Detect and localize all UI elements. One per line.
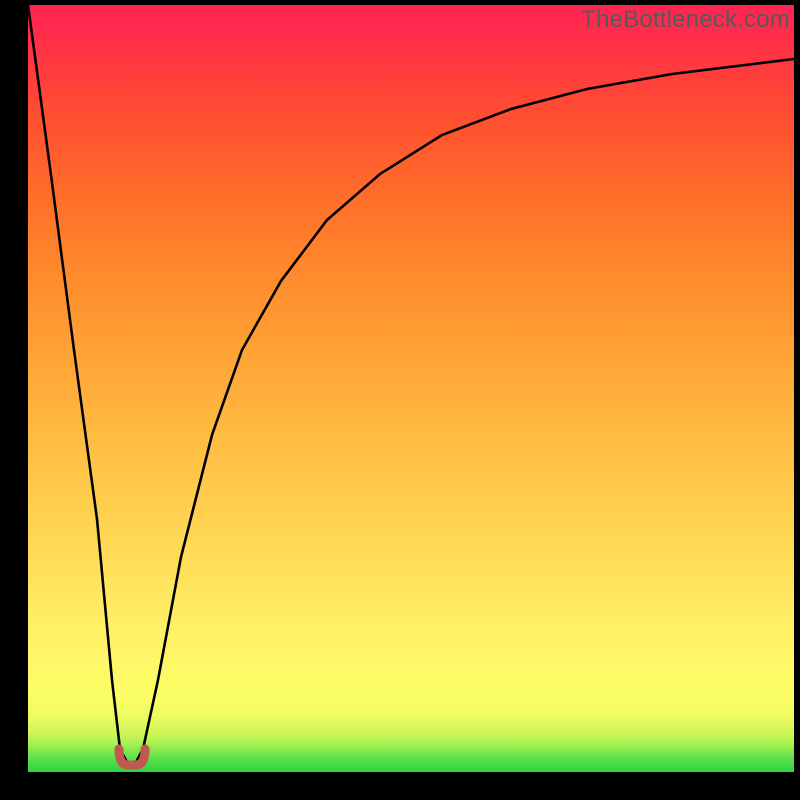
bottleneck-curve-svg [28,5,794,772]
chart-border-bottom [0,772,800,800]
chart-area [28,5,794,772]
curve-marker-u [119,749,145,765]
chart-border-left [0,0,28,800]
chart-border-top [0,0,800,5]
chart-border-right [794,0,800,800]
bottleneck-curve-path [28,5,794,764]
watermark-text: TheBottleneck.com [581,6,790,34]
